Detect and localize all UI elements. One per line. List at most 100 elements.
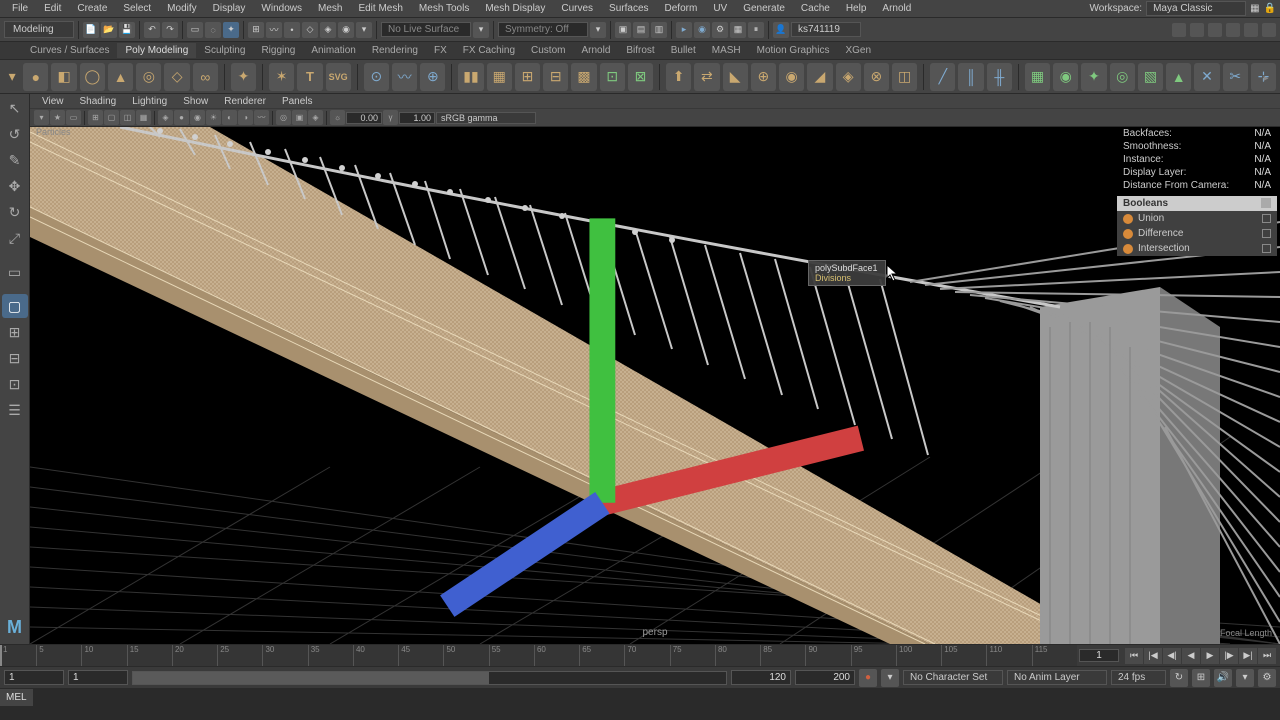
- account-signin-icon[interactable]: 👤: [773, 22, 789, 38]
- goto-start-icon[interactable]: ⏮: [1125, 648, 1143, 664]
- triangulate-icon[interactable]: ▲: [1166, 63, 1191, 91]
- checkbox-icon[interactable]: [1262, 214, 1271, 223]
- vp-grid-icon[interactable]: ⊞: [88, 110, 103, 125]
- snap-curve-icon[interactable]: 〰: [266, 22, 282, 38]
- shelf-tab-custom[interactable]: Custom: [523, 43, 573, 58]
- shelf-tab-mash[interactable]: MASH: [704, 43, 749, 58]
- character-set-dropdown[interactable]: No Character Set: [903, 670, 1003, 685]
- attribute-editor-icon[interactable]: [1262, 23, 1276, 37]
- loop-icon[interactable]: ↻: [1170, 669, 1188, 687]
- shelf-tab-arnold[interactable]: Arnold: [573, 43, 618, 58]
- in-view-editor-tooltip[interactable]: polySubdFace1 Divisions: [808, 260, 886, 286]
- smooth-icon[interactable]: ⊟: [543, 63, 568, 91]
- poly-plane-icon[interactable]: ◇: [164, 63, 189, 91]
- key-ticks-icon[interactable]: ▾: [881, 669, 899, 687]
- snap-view-icon[interactable]: ◉: [338, 22, 354, 38]
- shelf-tab-fx[interactable]: FX: [426, 43, 455, 58]
- current-frame-field[interactable]: 1: [1079, 649, 1119, 662]
- vp-menu-lighting[interactable]: Lighting: [124, 96, 175, 107]
- panel-toggle-icon[interactable]: ▦: [1250, 3, 1259, 14]
- step-forward-icon[interactable]: |▶: [1220, 648, 1238, 664]
- shelf-scroll-right-icon[interactable]: ▸: [1256, 68, 1276, 88]
- menu-file[interactable]: File: [4, 3, 36, 14]
- insert-edge-loop-icon[interactable]: ║: [958, 63, 983, 91]
- menu-windows[interactable]: Windows: [253, 3, 310, 14]
- vp-textured-icon[interactable]: ◉: [190, 110, 205, 125]
- anim-end-field[interactable]: 200: [795, 670, 855, 685]
- poly-type-icon[interactable]: T: [297, 63, 322, 91]
- playback-end-field[interactable]: 120: [731, 670, 791, 685]
- menu-curves[interactable]: Curves: [553, 3, 601, 14]
- symmetry-field[interactable]: Symmetry: Off: [498, 22, 588, 37]
- axis-gizmo-icon[interactable]: [42, 127, 1280, 632]
- poly-sphere-icon[interactable]: ●: [23, 63, 48, 91]
- extrude-icon[interactable]: ⬆: [666, 63, 691, 91]
- move-tool-icon[interactable]: ✥: [2, 174, 28, 198]
- retopo-icon[interactable]: ⊡: [600, 63, 625, 91]
- vp-shadows-icon[interactable]: ◐: [222, 110, 237, 125]
- menu-mesh[interactable]: Mesh: [310, 3, 350, 14]
- vp-exposure-field[interactable]: 0.00: [346, 112, 382, 124]
- step-back-icon[interactable]: ◀|: [1163, 648, 1181, 664]
- snap-point-icon[interactable]: •: [284, 22, 300, 38]
- platonic-icon[interactable]: ✦: [231, 63, 256, 91]
- svg-tool-icon[interactable]: SVG: [326, 63, 351, 91]
- viewport-layout-two-icon[interactable]: ⊟: [2, 346, 28, 370]
- snap-live-icon[interactable]: ◈: [320, 22, 336, 38]
- viewport-layout-single-icon[interactable]: ▢: [2, 294, 28, 318]
- menu-mesh-tools[interactable]: Mesh Tools: [411, 3, 477, 14]
- append-poly-icon[interactable]: ⊕: [751, 63, 776, 91]
- script-lang-label[interactable]: MEL: [0, 689, 33, 706]
- outliner-icon[interactable]: [1208, 23, 1222, 37]
- shelf-tab-xgen[interactable]: XGen: [837, 43, 879, 58]
- outliner-toggle-icon[interactable]: ☰: [2, 398, 28, 422]
- lock-icon[interactable]: 🔒: [1264, 3, 1276, 14]
- poly-cone-icon[interactable]: ▲: [108, 63, 133, 91]
- vp-isolate-icon[interactable]: ◎: [276, 110, 291, 125]
- paint-select-icon[interactable]: ✦: [223, 22, 239, 38]
- playblast-pause-icon[interactable]: ⏸: [748, 22, 764, 38]
- collapse-icon[interactable]: [1261, 198, 1271, 208]
- viewport-layout-four-icon[interactable]: ⊞: [2, 320, 28, 344]
- vp-image-plane-icon[interactable]: ▭: [66, 110, 81, 125]
- range-track[interactable]: [132, 671, 727, 685]
- play-forward-icon[interactable]: ▶: [1201, 648, 1219, 664]
- modeling-toolkit-icon[interactable]: [1172, 23, 1186, 37]
- bevel-icon[interactable]: ◣: [723, 63, 748, 91]
- last-tool-icon[interactable]: ▭: [2, 260, 28, 284]
- shelf-tab-sculpting[interactable]: Sculpting: [196, 43, 253, 58]
- save-scene-icon[interactable]: 💾: [119, 22, 135, 38]
- snap-grid-icon[interactable]: ⊞: [248, 22, 264, 38]
- target-weld-icon[interactable]: ⊗: [864, 63, 889, 91]
- auto-key-icon[interactable]: ●: [859, 669, 877, 687]
- menu-mesh-display[interactable]: Mesh Display: [477, 3, 553, 14]
- menu-uv[interactable]: UV: [705, 3, 735, 14]
- shelf-tab-animation[interactable]: Animation: [303, 43, 363, 58]
- vp-gamma-field[interactable]: 1.00: [399, 112, 435, 124]
- crease-icon[interactable]: ▧: [1138, 63, 1163, 91]
- mirror-icon[interactable]: ▮▮: [458, 63, 483, 91]
- boolean-difference[interactable]: Difference: [1117, 226, 1277, 241]
- offset-edge-loop-icon[interactable]: ╫: [987, 63, 1012, 91]
- vp-menu-shading[interactable]: Shading: [72, 96, 125, 107]
- vp-menu-show[interactable]: Show: [175, 96, 216, 107]
- vp-smooth-shade-icon[interactable]: ●: [174, 110, 189, 125]
- time-ruler[interactable]: 1510152025303540455055606570758085909510…: [0, 645, 1077, 666]
- vp-wireframe-icon[interactable]: ◈: [158, 110, 173, 125]
- workspace-dropdown[interactable]: Maya Classic: [1146, 1, 1246, 16]
- make-live-icon[interactable]: ◉: [1053, 63, 1078, 91]
- vp-gamma-icon[interactable]: γ: [383, 110, 398, 125]
- vp-menu-view[interactable]: View: [34, 96, 72, 107]
- select-mode-icon[interactable]: ▭: [187, 22, 203, 38]
- viewport[interactable]: Particles persp Focal Length: [30, 127, 1280, 644]
- checkbox-icon[interactable]: [1262, 229, 1271, 238]
- lasso-tool-icon[interactable]: ↺: [2, 122, 28, 146]
- menu-select[interactable]: Select: [115, 3, 159, 14]
- shelf-tab-rigging[interactable]: Rigging: [253, 43, 303, 58]
- menu-arnold[interactable]: Arnold: [874, 3, 919, 14]
- render-view-icon[interactable]: ▦: [730, 22, 746, 38]
- menu-cache[interactable]: Cache: [793, 3, 838, 14]
- account-name-field[interactable]: ks741119: [791, 22, 861, 37]
- vp-use-lights-icon[interactable]: ☀: [206, 110, 221, 125]
- hypershade-icon[interactable]: [1190, 23, 1204, 37]
